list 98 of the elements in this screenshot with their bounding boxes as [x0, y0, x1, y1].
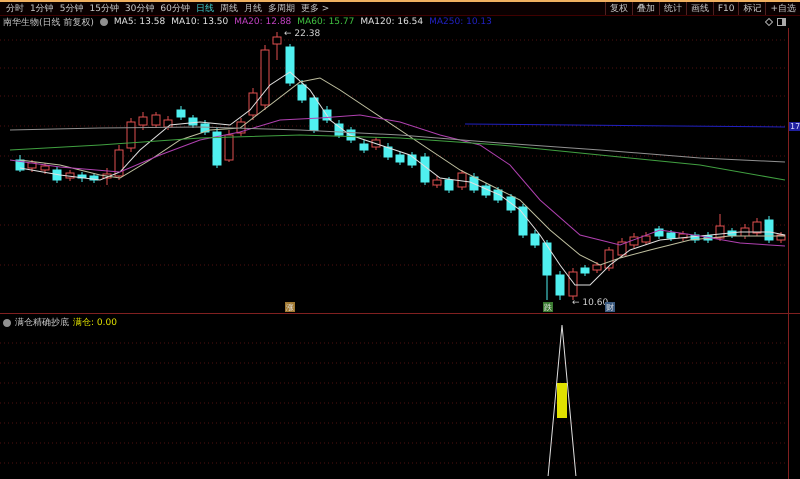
candlestick [444, 176, 454, 194]
ma-reading: MA60: 15.77 [297, 17, 354, 27]
candlestick [164, 116, 172, 130]
candlestick [384, 142, 392, 160]
ma-reading: MA20: 12.88 [234, 17, 292, 27]
candlestick [630, 232, 638, 248]
candlestick [506, 194, 516, 214]
candlestick [618, 238, 626, 258]
ma-reading: MA5: 13.58 [114, 17, 166, 27]
candlestick [176, 106, 186, 120]
candlestick [764, 216, 774, 244]
candlestick [28, 160, 36, 172]
panel-icon[interactable] [777, 18, 786, 26]
period-tab[interactable]: 5分钟 [56, 2, 86, 15]
candlestick [740, 224, 750, 240]
candlestick [542, 240, 552, 300]
toolbar-button[interactable]: F10 [712, 2, 738, 15]
candlestick [16, 154, 24, 172]
price-tag: 17 [789, 122, 800, 131]
candlestick [188, 114, 198, 128]
period-tab[interactable]: 分时 [3, 2, 27, 15]
candlestick [212, 128, 222, 168]
candlestick [310, 94, 318, 134]
candlestick [346, 126, 356, 144]
candlestick [776, 232, 786, 244]
candlestick [568, 268, 578, 300]
toolbar-button[interactable]: 统计 [658, 2, 686, 15]
ma-reading: MA120: 16.54 [360, 17, 424, 27]
period-tab[interactable]: 多周期 [264, 2, 298, 15]
candlestick [690, 232, 700, 244]
candlestick [272, 32, 282, 60]
toolbar-button[interactable]: 叠加 [632, 2, 659, 15]
candlestick [482, 182, 490, 198]
candlestick [138, 112, 148, 130]
event-tag[interactable]: 跌 [543, 302, 553, 312]
candlestick [260, 44, 270, 110]
period-tab[interactable]: 15分钟 [86, 2, 122, 15]
candlestick [334, 120, 344, 138]
candlestick [556, 270, 564, 300]
period-tab[interactable]: 30分钟 [122, 2, 158, 15]
candlestick [236, 118, 246, 136]
period-tab[interactable]: 周线 [216, 2, 241, 15]
candlestick [432, 176, 442, 188]
candlestick [40, 162, 50, 174]
high-price-label: ← 22.38 [284, 29, 320, 39]
candlestick [126, 118, 136, 152]
candlestick [458, 170, 466, 190]
candlestick [66, 170, 74, 182]
candlestick [518, 204, 528, 238]
candlestick [78, 172, 86, 182]
candlestick [152, 112, 160, 128]
candlestick [592, 262, 602, 274]
period-tab[interactable]: 月线 [240, 2, 265, 15]
period-tab[interactable]: 60分钟 [157, 2, 193, 15]
candlestick [90, 172, 98, 184]
candlestick [200, 120, 210, 136]
candlestick [678, 230, 688, 242]
candlestick [420, 152, 430, 186]
candlestick [716, 214, 724, 242]
candlestick [372, 136, 380, 150]
toolbar-button[interactable]: 复权 [604, 2, 632, 15]
candlestick [396, 152, 404, 166]
candlestick [102, 168, 112, 186]
candlestick [530, 230, 540, 248]
candlestick [704, 232, 712, 244]
candlestick [322, 106, 332, 124]
toolbar-button[interactable]: +自选 [765, 2, 800, 15]
candlestick [494, 186, 502, 204]
candlestick [286, 44, 294, 86]
period-tab[interactable]: 日线 [192, 2, 217, 15]
ma-reading: MA10: 13.50 [171, 17, 228, 27]
toolbar-button[interactable]: 标记 [738, 2, 766, 15]
candlestick [666, 230, 676, 242]
indicator-reading: 满仓: 0.00 [73, 316, 117, 329]
candlestick [642, 232, 650, 246]
settings-icon[interactable] [3, 318, 11, 326]
ma-reading: MA250: 10.13 [429, 17, 492, 27]
candlestick [408, 152, 416, 168]
toolbar-button[interactable]: 画线 [686, 2, 713, 15]
stock-title: 南华生物(日线 前复权) [3, 16, 94, 28]
candlestick [470, 172, 478, 194]
indicator-bar [557, 383, 567, 418]
candlestick [224, 130, 234, 162]
candlestick [360, 140, 368, 154]
indicator-title: 满仓精确抄底 [15, 316, 69, 329]
candlestick [728, 228, 736, 238]
candlestick [580, 264, 590, 276]
period-tab[interactable]: 更多 > [298, 2, 332, 15]
candlestick [248, 88, 258, 120]
candlestick [298, 80, 306, 104]
settings-icon[interactable] [100, 18, 108, 26]
period-tab[interactable]: 1分钟 [27, 2, 57, 15]
candlestick [752, 218, 762, 236]
candlestick [654, 226, 664, 240]
candlestick [52, 166, 62, 184]
diamond-icon[interactable] [765, 18, 773, 26]
candlestick [114, 144, 124, 180]
event-tag[interactable]: 财 [605, 302, 615, 312]
